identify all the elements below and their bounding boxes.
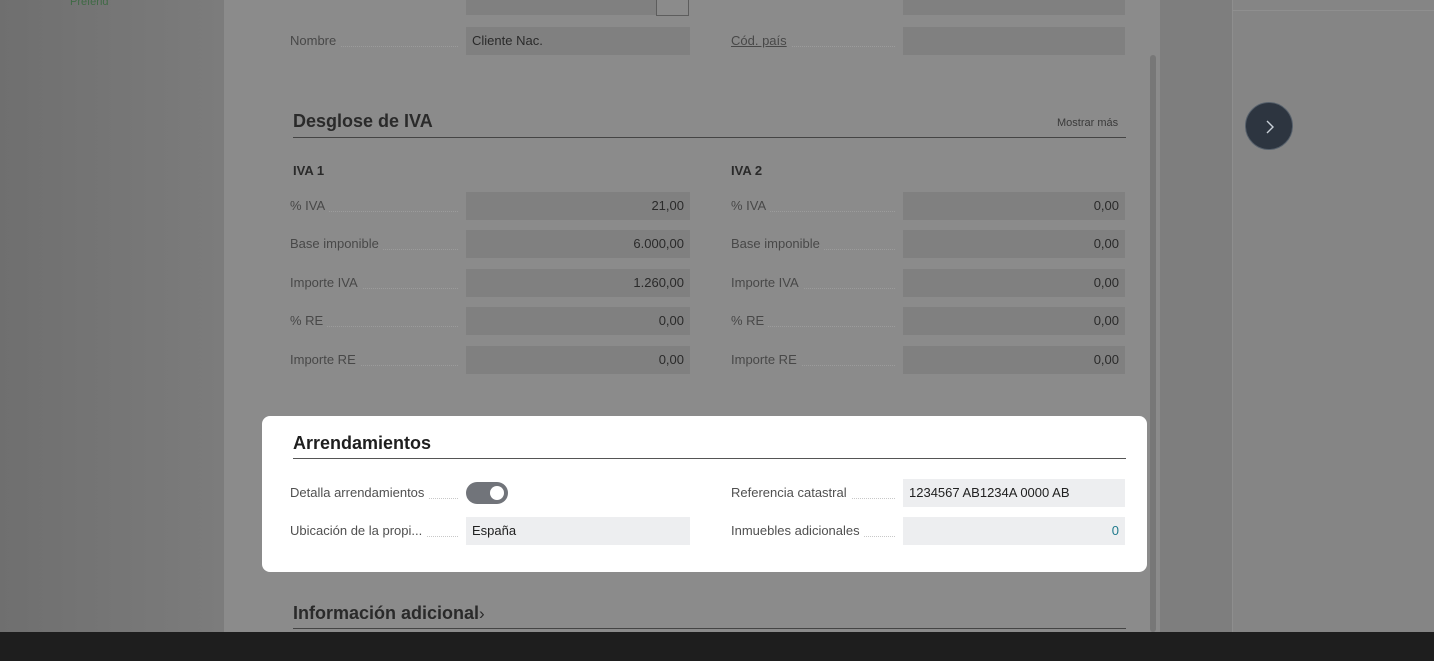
vat1-row: Importe RE 0,00	[290, 346, 690, 374]
vat1-pct-re-input[interactable]: 0,00	[466, 307, 690, 335]
inmuebles-adicionales-label: Inmuebles adicionales	[731, 517, 903, 545]
vat1-importe-iva-label: Importe IVA	[290, 269, 466, 297]
scrollbar-thumb[interactable]	[1150, 55, 1156, 632]
vat2-pct-iva-input[interactable]: 0,00	[903, 192, 1125, 220]
bottom-taskbar	[0, 632, 1434, 661]
toggle-knob	[490, 486, 504, 500]
background-panel	[1232, 0, 1434, 632]
vat1-row: % RE 0,00	[290, 307, 690, 335]
vat2-importe-re-label: Importe RE	[731, 346, 903, 374]
chevron-right-icon: ›	[479, 604, 485, 623]
vat1-base-input[interactable]: 6.000,00	[466, 230, 690, 258]
cod-pais-input[interactable]	[903, 27, 1125, 55]
vat2-row: Importe RE 0,00	[731, 346, 1125, 374]
nombre-input[interactable]: Cliente Nac.	[466, 27, 690, 55]
additional-info-divider	[293, 628, 1126, 629]
field-cod-pais: Cód. país	[731, 27, 1125, 55]
detalla-arrendamientos-toggle[interactable]	[466, 482, 508, 504]
vat2-importe-iva-label: Importe IVA	[731, 269, 903, 297]
referencia-catastral-input[interactable]: 1234567 AB1234A 0000 AB	[903, 479, 1125, 507]
vat2-row: Base imponible 0,00	[731, 230, 1125, 258]
vat2-pct-iva-label: % IVA	[731, 192, 903, 220]
vat2-group-title: IVA 2	[731, 163, 763, 178]
vat1-pct-iva-input[interactable]: 21,00	[466, 192, 690, 220]
partial-lookup-button[interactable]	[656, 0, 689, 16]
vat1-row: % IVA 21,00	[290, 192, 690, 220]
vat2-importe-iva-input[interactable]: 0,00	[903, 269, 1125, 297]
leases-section-title[interactable]: Arrendamientos	[293, 433, 431, 454]
ubicacion-label: Ubicación de la propi...	[290, 517, 466, 545]
referencia-catastral-label: Referencia catastral	[731, 479, 903, 507]
vat2-base-input[interactable]: 0,00	[903, 230, 1125, 258]
vat1-row: Base imponible 6.000,00	[290, 230, 690, 258]
partial-field-top-left	[466, 0, 656, 15]
additional-info-section-title[interactable]: Información adicional›	[293, 603, 485, 624]
field-inmuebles-adicionales: Inmuebles adicionales 0	[731, 517, 1125, 545]
vat1-pct-iva-label: % IVA	[290, 192, 466, 220]
vat2-pct-re-label: % RE	[731, 307, 903, 335]
vat1-base-label: Base imponible	[290, 230, 466, 258]
field-detalla-arrendamientos: Detalla arrendamientos	[290, 479, 508, 507]
nombre-label: Nombre	[290, 27, 466, 55]
background-partial-text: Preferid	[70, 0, 109, 8]
vat1-group-title: IVA 1	[293, 163, 325, 178]
field-ubicacion: Ubicación de la propi... España	[290, 517, 690, 545]
next-record-button[interactable]	[1245, 102, 1293, 150]
field-nombre: Nombre Cliente Nac.	[290, 27, 690, 55]
vat1-pct-re-label: % RE	[290, 307, 466, 335]
vat1-importe-re-input[interactable]: 0,00	[466, 346, 690, 374]
vat1-importe-re-label: Importe RE	[290, 346, 466, 374]
show-more-link[interactable]: Mostrar más	[1057, 117, 1118, 129]
background-page-left: Preferid	[0, 0, 224, 632]
cod-pais-label[interactable]: Cód. país	[731, 27, 903, 55]
background-page-right	[1160, 0, 1434, 632]
leases-section-card: Arrendamientos Detalla arrendamientos Ub…	[262, 416, 1147, 572]
chevron-right-icon	[1266, 120, 1274, 134]
leases-section-divider	[293, 458, 1126, 459]
background-divider	[1232, 10, 1434, 11]
vat2-row: % RE 0,00	[731, 307, 1125, 335]
field-referencia-catastral: Referencia catastral 1234567 AB1234A 000…	[731, 479, 1125, 507]
ubicacion-select[interactable]: España	[466, 517, 690, 545]
vat2-row: % IVA 0,00	[731, 192, 1125, 220]
vat1-row: Importe IVA 1.260,00	[290, 269, 690, 297]
vat2-pct-re-input[interactable]: 0,00	[903, 307, 1125, 335]
vat2-row: Importe IVA 0,00	[731, 269, 1125, 297]
vat-section-title[interactable]: Desglose de IVA	[293, 111, 433, 132]
vat1-importe-iva-input[interactable]: 1.260,00	[466, 269, 690, 297]
vat2-base-label: Base imponible	[731, 230, 903, 258]
vat2-importe-re-input[interactable]: 0,00	[903, 346, 1125, 374]
additional-info-title-text: Información adicional	[293, 603, 480, 623]
detalla-arrendamientos-label: Detalla arrendamientos	[290, 479, 466, 507]
partial-field-top-right	[903, 0, 1125, 15]
inmuebles-adicionales-value[interactable]: 0	[903, 517, 1125, 545]
vat-section-divider	[293, 137, 1126, 138]
